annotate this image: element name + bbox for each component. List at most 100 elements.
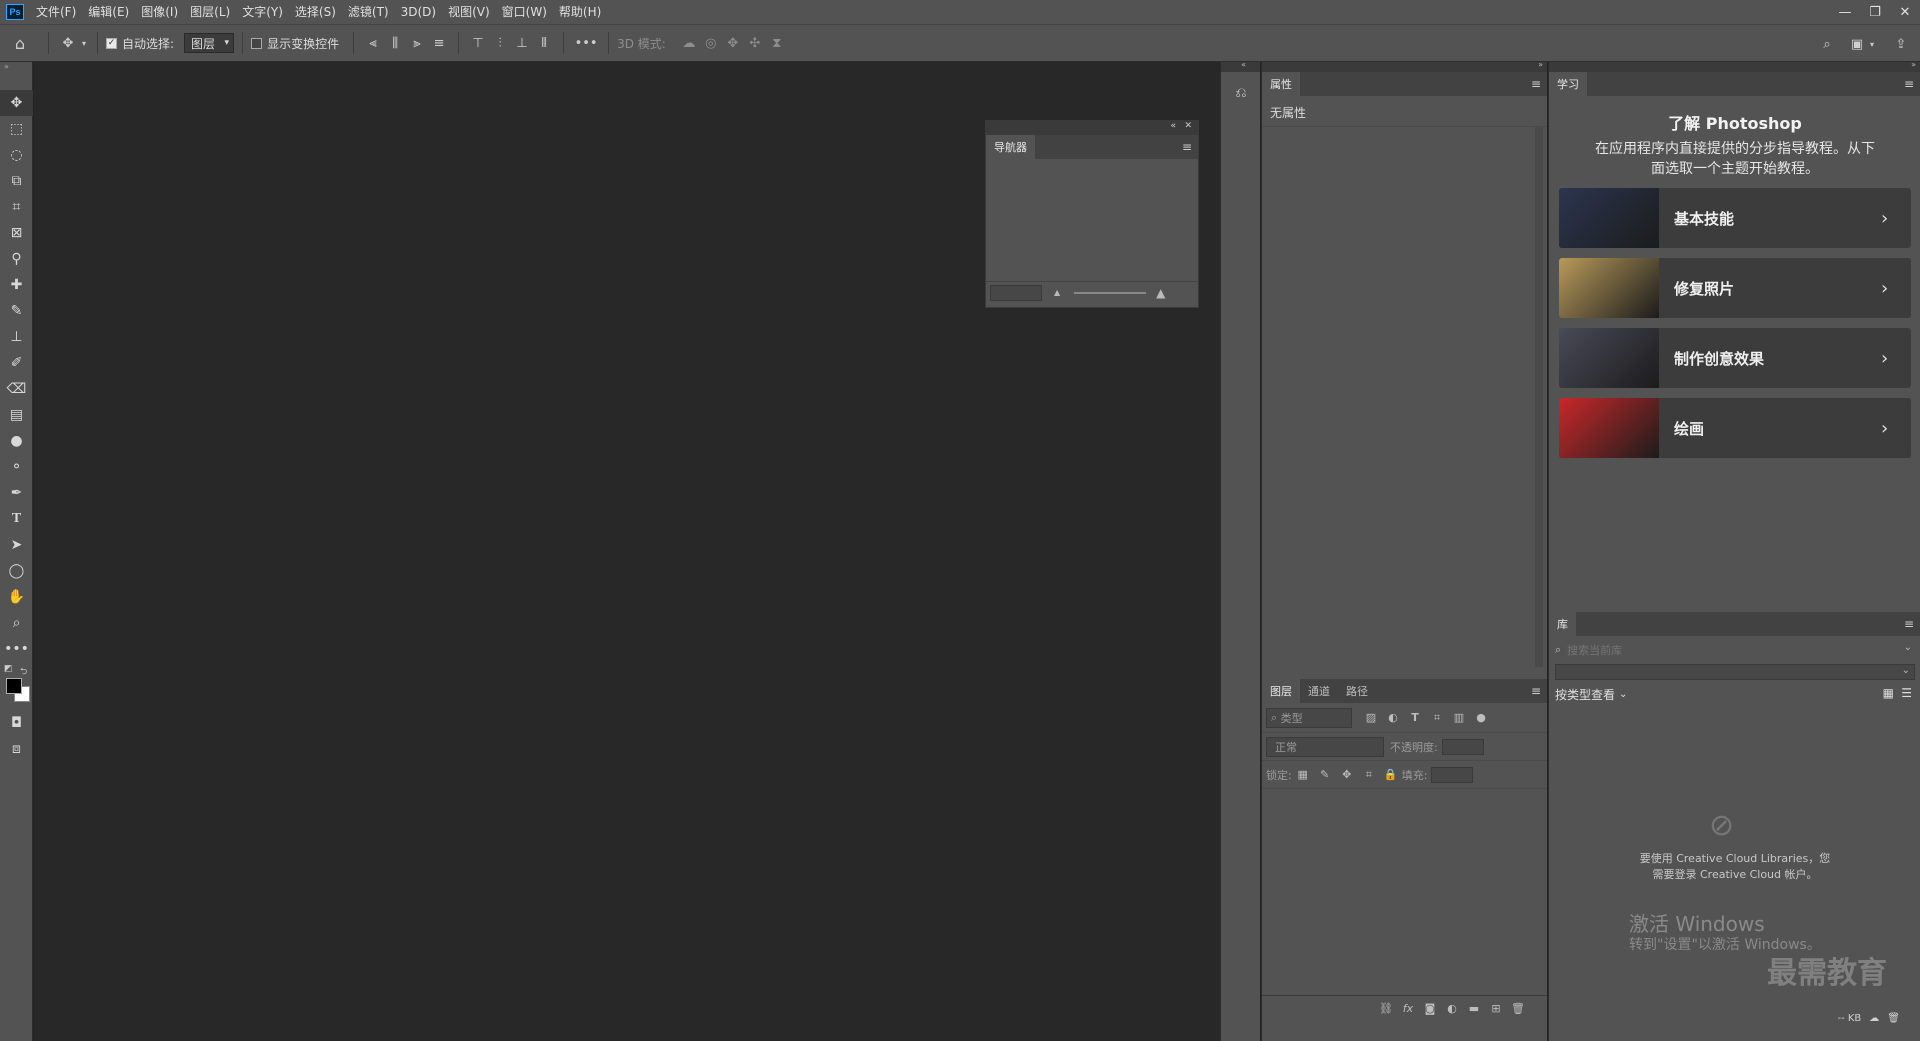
- blend-mode-dropdown[interactable]: 正常: [1266, 736, 1384, 757]
- chevron-down-icon[interactable]: ⌄: [1904, 642, 1912, 653]
- clone-stamp-tool-icon[interactable]: ⊥: [0, 324, 33, 350]
- restore-button[interactable]: ❐: [1860, 0, 1890, 24]
- menu-filter[interactable]: 滤镜(T): [342, 0, 395, 24]
- delete-icon[interactable]: 🗑: [1887, 1013, 1900, 1024]
- lock-artboard-icon[interactable]: ⌗: [1358, 765, 1380, 785]
- link-layers-icon[interactable]: ⛓: [1375, 999, 1397, 1019]
- dodge-tool-icon[interactable]: ⚬: [0, 454, 33, 480]
- ellipse-tool-icon[interactable]: ◯: [0, 558, 33, 584]
- close-button[interactable]: ✕: [1890, 0, 1920, 24]
- layer-filter-dropdown[interactable]: ⌕ 类型: [1266, 707, 1352, 728]
- list-view-icon[interactable]: ☰: [1901, 686, 1912, 700]
- view-by-type-dropdown[interactable]: 按类型查看: [1555, 686, 1615, 703]
- tab-paths[interactable]: 路径: [1338, 679, 1376, 703]
- filter-toggle-icon[interactable]: ●: [1470, 708, 1492, 728]
- quick-mask-icon[interactable]: ◘: [0, 710, 33, 736]
- panel-menu-icon[interactable]: ≡: [1531, 684, 1541, 698]
- zoom-out-icon[interactable]: ▲: [1054, 288, 1060, 297]
- show-transform-option[interactable]: 显示变换控件: [251, 35, 339, 52]
- learn-item-fix-photo[interactable]: 修复照片 ›: [1559, 258, 1911, 318]
- align-bottom-icon[interactable]: ⊥: [511, 32, 533, 54]
- collapse-icon[interactable]: »: [0, 62, 32, 72]
- menu-image[interactable]: 图像(I): [135, 0, 184, 24]
- menu-view[interactable]: 视图(V): [442, 0, 496, 24]
- screen-mode-icon[interactable]: ⧈: [0, 736, 33, 762]
- show-transform-checkbox[interactable]: [251, 37, 263, 49]
- panel-titlebar[interactable]: « ✕: [986, 121, 1198, 135]
- align-right-icon[interactable]: ⫸: [406, 32, 428, 54]
- tab-properties[interactable]: 属性: [1262, 72, 1300, 96]
- blur-tool-icon[interactable]: ●: [0, 428, 33, 454]
- foreground-color-swatch[interactable]: [6, 678, 22, 694]
- pen-tool-icon[interactable]: ✒: [0, 480, 33, 506]
- move-tool-icon[interactable]: ✥: [0, 90, 33, 116]
- move-tool-preset-icon[interactable]: ✥: [57, 32, 79, 54]
- workspace-icon[interactable]: ▣: [1846, 33, 1868, 55]
- panel-menu-icon[interactable]: ≡: [1904, 77, 1914, 91]
- edit-toolbar-icon[interactable]: •••: [0, 636, 33, 662]
- auto-select-option[interactable]: ✓ 自动选择:: [106, 35, 174, 52]
- lasso-tool-icon[interactable]: ◌: [0, 142, 33, 168]
- menu-edit[interactable]: 编辑(E): [82, 0, 135, 24]
- library-search-input[interactable]: [1565, 642, 1866, 658]
- filter-smart-object-icon[interactable]: ▥: [1448, 708, 1470, 728]
- marquee-tool-icon[interactable]: ⬚: [0, 116, 33, 142]
- menu-select[interactable]: 选择(S): [289, 0, 342, 24]
- cloud-sync-icon[interactable]: ☁: [1869, 1013, 1879, 1024]
- new-layer-icon[interactable]: ⊞: [1485, 999, 1507, 1019]
- filter-shape-icon[interactable]: ⌗: [1426, 708, 1448, 728]
- healing-brush-tool-icon[interactable]: ✚: [0, 272, 33, 298]
- layer-style-icon[interactable]: fx: [1397, 999, 1419, 1019]
- frame-tool-icon[interactable]: ⊠: [0, 220, 33, 246]
- history-panel-icon[interactable]: ⎌: [1221, 80, 1261, 106]
- minimize-button[interactable]: —: [1830, 0, 1860, 24]
- menu-file[interactable]: 文件(F): [30, 0, 82, 24]
- lock-all-icon[interactable]: 🔒: [1380, 765, 1402, 785]
- auto-select-checkbox[interactable]: ✓: [106, 37, 117, 49]
- panel-menu-icon[interactable]: ≡: [1904, 617, 1914, 631]
- learn-item-basic-skills[interactable]: 基本技能 ›: [1559, 188, 1911, 248]
- learn-item-creative-effects[interactable]: 制作创意效果 ›: [1559, 328, 1911, 388]
- zoom-tool-icon[interactable]: ⌕: [0, 610, 33, 636]
- scrollbar[interactable]: [1535, 127, 1543, 667]
- type-tool-icon[interactable]: T: [0, 506, 33, 532]
- slide-3d-icon[interactable]: ✣: [744, 32, 766, 54]
- grid-view-icon[interactable]: ▦: [1883, 686, 1894, 700]
- menu-window[interactable]: 窗口(W): [496, 0, 553, 24]
- expand-icon[interactable]: «: [1241, 60, 1246, 69]
- pan-3d-icon[interactable]: ✥: [722, 32, 744, 54]
- add-mask-icon[interactable]: ◙: [1419, 999, 1441, 1019]
- more-options-button[interactable]: •••: [572, 32, 600, 54]
- lock-position-icon[interactable]: ✥: [1336, 765, 1358, 785]
- align-hcenter-icon[interactable]: ⫼: [384, 32, 406, 54]
- distribute-horizontal-icon[interactable]: ⦀: [533, 32, 555, 54]
- eraser-tool-icon[interactable]: ⌫: [0, 376, 33, 402]
- tab-channels[interactable]: 通道: [1300, 679, 1338, 703]
- chevron-down-icon[interactable]: ▾: [79, 32, 89, 54]
- hand-tool-icon[interactable]: ✋: [0, 584, 33, 610]
- roll-3d-icon[interactable]: ◎: [700, 32, 722, 54]
- brush-tool-icon[interactable]: ✎: [0, 298, 33, 324]
- menu-3d[interactable]: 3D(D): [395, 0, 442, 24]
- align-vcenter-icon[interactable]: ⫶: [489, 32, 511, 54]
- menu-type[interactable]: 文字(Y): [236, 0, 289, 24]
- library-select-dropdown[interactable]: ⌄: [1555, 664, 1915, 680]
- default-colors-icon[interactable]: ◩: [4, 664, 13, 674]
- filter-type-icon[interactable]: T: [1404, 708, 1426, 728]
- chevron-down-icon[interactable]: ▾: [1866, 33, 1878, 55]
- collapse-icon[interactable]: »: [1538, 60, 1543, 69]
- scale-3d-icon[interactable]: ⧗: [766, 32, 788, 54]
- lock-transparent-icon[interactable]: ▦: [1292, 765, 1314, 785]
- close-icon[interactable]: ✕: [1184, 121, 1192, 131]
- delete-layer-icon[interactable]: 🗑: [1507, 999, 1529, 1019]
- zoom-slider[interactable]: [1074, 291, 1147, 294]
- panel-menu-icon[interactable]: ≡: [1531, 77, 1541, 91]
- zoom-field[interactable]: [990, 284, 1042, 301]
- filter-pixel-icon[interactable]: ▨: [1360, 708, 1382, 728]
- tab-libraries[interactable]: 库: [1549, 612, 1576, 636]
- gradient-tool-icon[interactable]: ▤: [0, 402, 33, 428]
- zoom-in-icon[interactable]: ▲: [1156, 286, 1165, 300]
- tab-learn[interactable]: 学习: [1549, 72, 1587, 96]
- opacity-field[interactable]: [1441, 738, 1484, 755]
- chevron-down-icon[interactable]: ⌄: [1619, 689, 1627, 700]
